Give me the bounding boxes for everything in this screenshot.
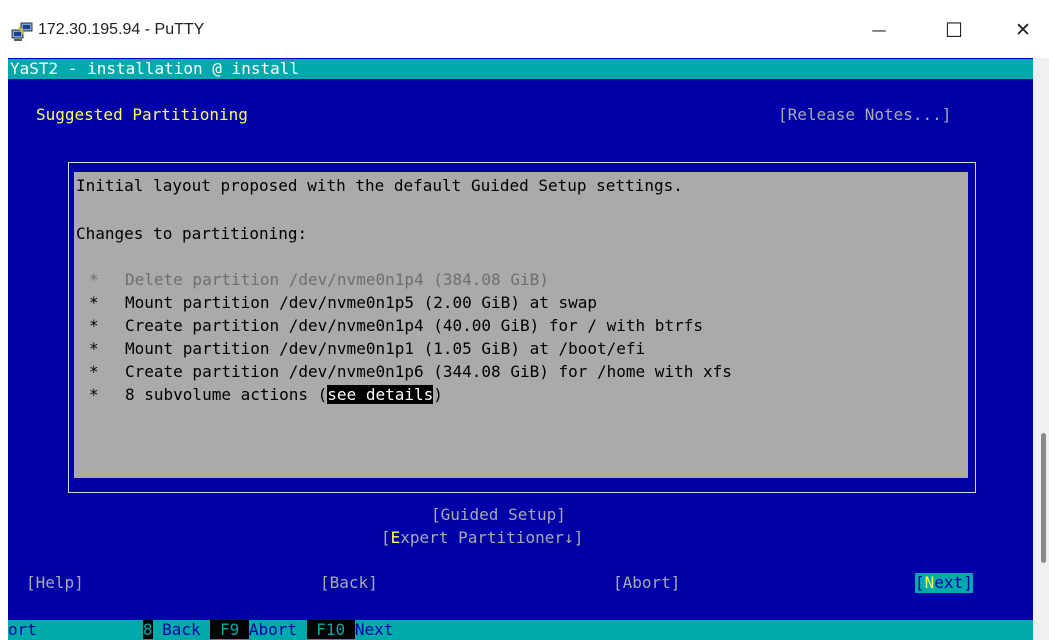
list-item: Delete partition /dev/nvme0n1p4 (384.08 … — [125, 270, 549, 289]
guided-setup-close-bracket: ] — [556, 505, 566, 524]
page-title: Suggested Partitioning — [36, 105, 248, 124]
guided-setup-open-bracket: [ — [431, 505, 441, 524]
maximize-button[interactable]: ☐ — [931, 10, 977, 50]
next-hotkey: N — [924, 573, 935, 592]
close-button[interactable]: ✕ — [1000, 10, 1046, 50]
list-item: Mount partition /dev/nvme0n1p1 (1.05 GiB… — [125, 339, 646, 358]
next-button[interactable]: [Next] — [915, 573, 973, 593]
list-bullet: * — [89, 362, 99, 381]
release-notes-button[interactable]: [Release Notes...] — [778, 105, 951, 125]
subvolume-item: 8 subvolume actions (see details) — [125, 385, 443, 405]
truncated-label: ort — [8, 620, 37, 639]
expert-partitioner-button[interactable]: [Expert Partitioner↓] — [381, 528, 583, 548]
maximize-icon: ☐ — [945, 18, 963, 42]
proposal-intro: Initial layout proposed with the default… — [76, 176, 683, 195]
window-title: 172.30.195.94 - PuTTY — [38, 21, 205, 38]
list-bullet: * — [89, 293, 99, 312]
function-key-line: ort 8 Back F9 Abort F10 Next — [8, 620, 393, 640]
f8-key[interactable]: 8 — [142, 620, 153, 639]
next-label: ext — [934, 573, 964, 592]
list-item: Create partition /dev/nvme0n1p6 (344.08 … — [125, 362, 732, 381]
terminal-area[interactable]: YaST2 - installation @ install Suggested… — [8, 58, 1033, 640]
expert-label: xpert Partitioner — [400, 528, 565, 547]
see-details-link[interactable]: see details — [327, 385, 434, 404]
list-bullet: * — [89, 339, 99, 358]
guided-setup-label: Guided Setup — [440, 505, 557, 524]
scrollbar-thumb[interactable] — [1041, 433, 1046, 563]
next-open-bracket: [ — [915, 573, 925, 592]
f10-label[interactable]: Next — [355, 620, 394, 639]
list-item: Create partition /dev/nvme0n1p4 (40.00 G… — [125, 316, 703, 335]
guided-setup-button[interactable]: [Guided Setup] — [431, 505, 566, 525]
back-button[interactable]: [Back] — [320, 573, 378, 593]
minimize-icon: — — [871, 21, 887, 39]
list-bullet: * — [89, 385, 99, 404]
close-icon: ✕ — [1015, 19, 1031, 41]
help-button[interactable]: [Help] — [26, 573, 84, 593]
putty-app-icon — [11, 22, 33, 41]
f8-label[interactable]: Back — [153, 620, 211, 639]
subvolume-prefix: 8 subvolume actions ( — [125, 385, 328, 404]
list-bullet: * — [89, 316, 99, 335]
next-close-bracket: ] — [963, 573, 973, 592]
f9-label[interactable]: Abort — [249, 620, 307, 639]
scrollbar[interactable] — [1033, 58, 1049, 640]
expert-close-bracket: ] — [573, 528, 584, 547]
header-bar-text: YaST2 - installation @ install — [10, 59, 299, 78]
list-item: Mount partition /dev/nvme0n1p5 (2.00 GiB… — [125, 293, 598, 312]
subvolume-suffix: ) — [433, 385, 443, 404]
changes-label: Changes to partitioning: — [76, 224, 308, 243]
f10-key[interactable]: F10 — [306, 620, 355, 639]
window-titlebar[interactable]: 172.30.195.94 - PuTTY — ☐ ✕ — [0, 0, 1049, 58]
minimize-button[interactable]: — — [856, 10, 902, 50]
menu-arrow-icon: ↓ — [564, 528, 574, 547]
abort-button[interactable]: [Abort] — [613, 573, 680, 593]
expert-hotkey: E — [390, 528, 401, 547]
f9-key[interactable]: F9 — [210, 620, 249, 639]
expert-open-bracket: [ — [381, 528, 391, 547]
list-bullet: * — [89, 270, 99, 289]
